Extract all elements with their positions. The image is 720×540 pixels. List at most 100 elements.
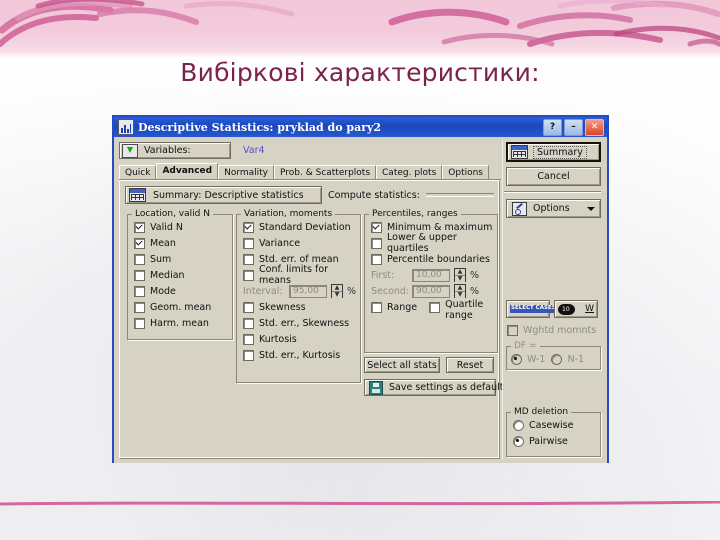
checkbox-valid-n[interactable]: Valid N: [128, 219, 232, 235]
checkbox-weighted-moments[interactable]: Wghtd momnts: [503, 322, 604, 338]
label: Skewness: [259, 301, 306, 313]
descriptive-statistics-dialog: Descriptive Statistics: pryklad do pary2…: [112, 115, 609, 463]
select-cases-button[interactable]: SELECT CASES S: [506, 300, 562, 318]
checkbox-std-err-kurtosis[interactable]: Std. err., Kurtosis: [237, 347, 360, 363]
left-pane: Variables: Var4 Quick Advanced Normality…: [117, 140, 503, 460]
checkbox-skewness[interactable]: Skewness: [237, 299, 360, 315]
label: Kurtosis: [259, 333, 297, 345]
label: Minimum & maximum: [387, 221, 493, 233]
checkbox-standard-deviation[interactable]: Standard Deviation: [237, 219, 360, 235]
first-input[interactable]: 10,00: [412, 268, 450, 282]
first-stepper[interactable]: ▲ ▼: [454, 268, 466, 282]
label: N-1: [567, 353, 585, 365]
label: Mode: [150, 285, 176, 297]
label: Casewise: [529, 419, 574, 431]
checkbox-mean[interactable]: Mean: [128, 235, 232, 251]
checkbox-kurtosis[interactable]: Kurtosis: [237, 331, 360, 347]
tab-categ-plots[interactable]: Categ. plots: [376, 165, 443, 179]
second-percentile-row: Second: 90,00 ▲ ▼ %: [365, 283, 497, 299]
radio-icon: [511, 353, 522, 365]
group-variation-legend: Variation, moments: [244, 209, 333, 219]
case-weight-row: SELECT CASES S W: [506, 300, 604, 318]
page-title: Вибіркові характеристики:: [180, 58, 540, 87]
label: Range: [387, 301, 418, 313]
checkbox-lower-upper-quartiles[interactable]: Lower & upper quartiles: [365, 232, 497, 254]
select-all-stats-button[interactable]: Select all stats: [364, 357, 440, 373]
radio-df-w-1[interactable]: W-1: [511, 351, 545, 367]
interval-stepper[interactable]: ▲ ▼: [331, 284, 343, 298]
checkbox-conf-limits-for-means[interactable]: Conf. limits for means: [237, 264, 360, 286]
save-settings-as-default-button[interactable]: Save settings as default: [364, 379, 503, 396]
band-strokes: [0, 0, 720, 47]
group-location-valid-n: Location, valid N Valid N Mean Sum Media…: [127, 209, 233, 340]
checkbox-quartile-range[interactable]: Quartile range: [417, 299, 483, 321]
select-cases-tag: SELECT CASES: [510, 305, 557, 313]
tab-normality[interactable]: Normality: [218, 165, 275, 179]
stepper-down-icon: ▼: [455, 292, 465, 298]
checkbox-geom-mean[interactable]: Geom. mean: [128, 299, 232, 315]
group-variation-moments: Variation, moments Standard Deviation Va…: [236, 209, 361, 383]
tab-options[interactable]: Options: [442, 165, 489, 179]
label: Percentile boundaries: [387, 253, 490, 265]
cancel-button[interactable]: Cancel: [506, 167, 601, 186]
group-percentiles-ranges: Percentiles, ranges Minimum & maximum Lo…: [364, 209, 498, 353]
group-md-deletion-legend: MD deletion: [514, 407, 569, 417]
second-stepper[interactable]: ▲ ▼: [454, 284, 466, 298]
checkbox-variance[interactable]: Variance: [237, 235, 360, 251]
reset-button[interactable]: Reset: [446, 357, 494, 373]
summary-descriptive-statistics-button[interactable]: Summary: Descriptive statistics: [125, 186, 322, 204]
tab-bar: Quick Advanced Normality Prob. & Scatter…: [119, 163, 501, 180]
tab-advanced[interactable]: Advanced: [156, 163, 219, 179]
options-label: Options: [533, 203, 570, 214]
checkbox-icon: [243, 253, 254, 265]
checkbox-icon: [371, 237, 382, 249]
close-button[interactable]: ✕: [585, 118, 604, 136]
checkbox-icon: [507, 324, 518, 336]
checkbox-icon: [134, 237, 145, 249]
checkbox-range[interactable]: Range: [365, 299, 417, 315]
first-unit: %: [470, 269, 480, 281]
checkbox-sum[interactable]: Sum: [128, 251, 232, 267]
options-left: Options: [512, 201, 570, 216]
group-df-legend: DF =: [514, 341, 537, 351]
radio-df-n-1[interactable]: N-1: [551, 351, 584, 367]
dialog-body: Variables: Var4 Quick Advanced Normality…: [114, 137, 607, 463]
minimize-button[interactable]: –: [564, 118, 583, 136]
second-input[interactable]: 90,00: [412, 284, 450, 298]
group-df: DF = W-1 N-1: [506, 341, 601, 370]
checkbox-icon: [429, 302, 441, 313]
radio-casewise[interactable]: Casewise: [507, 417, 600, 433]
compute-rule: [425, 193, 494, 197]
checkbox-harm-mean[interactable]: Harm. mean: [128, 315, 232, 331]
help-button[interactable]: ?: [543, 118, 562, 136]
checkbox-std-err-skewness[interactable]: Std. err., Skewness: [237, 315, 360, 331]
summary-button[interactable]: Summary: [506, 142, 601, 162]
first-label: First:: [371, 269, 395, 281]
stepper-down-icon: ▼: [455, 276, 465, 282]
label: Median: [150, 269, 185, 281]
grid-icon: [511, 145, 528, 159]
weight-letter: W: [585, 304, 594, 314]
label: Geom. mean: [150, 301, 212, 313]
interval-label: Interval:: [243, 285, 283, 297]
checkbox-percentile-boundaries[interactable]: Percentile boundaries: [365, 251, 497, 267]
tab-prob-scatterplots[interactable]: Prob. & Scatterplots: [274, 165, 377, 179]
checkbox-median[interactable]: Median: [128, 267, 232, 283]
checkbox-icon: [134, 317, 145, 329]
checkbox-icon: [243, 221, 254, 233]
first-percentile-row: First: 10,00 ▲ ▼ %: [365, 267, 497, 283]
checkbox-icon: [243, 349, 254, 361]
options-button[interactable]: Options: [506, 199, 601, 218]
group-percentiles-legend: Percentiles, ranges: [372, 209, 458, 219]
weight-button[interactable]: W: [554, 300, 598, 318]
variables-button[interactable]: Variables:: [119, 142, 231, 159]
label: Variance: [259, 237, 301, 249]
dialog-titlebar[interactable]: Descriptive Statistics: pryklad do pary2…: [114, 117, 607, 137]
radio-pairwise[interactable]: Pairwise: [507, 433, 600, 449]
checkbox-mode[interactable]: Mode: [128, 283, 232, 299]
label: W-1: [527, 353, 546, 365]
radio-icon: [513, 419, 524, 431]
interval-input[interactable]: 95,00: [289, 284, 327, 298]
tab-quick[interactable]: Quick: [119, 165, 157, 179]
variables-value[interactable]: Var4: [243, 145, 265, 156]
